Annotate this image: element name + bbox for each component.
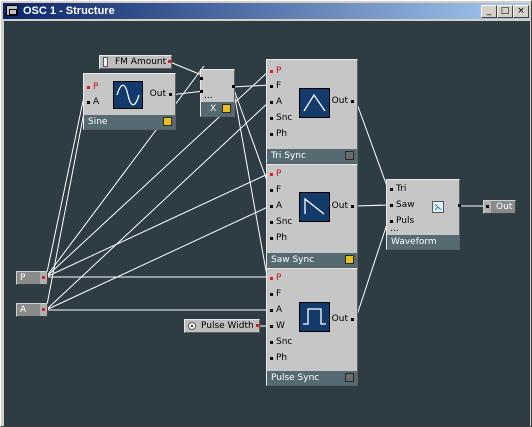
- saw-in-ph[interactable]: Ph: [270, 233, 287, 244]
- saw-in-f[interactable]: F: [270, 185, 281, 196]
- fm-amount-output-port[interactable]: [168, 60, 171, 63]
- module-led[interactable]: [222, 104, 231, 113]
- fm-amount-label: FM Amount: [115, 57, 167, 67]
- tri-in-p[interactable]: P: [270, 66, 281, 77]
- pulse-width-label: Pulse Width: [201, 321, 254, 331]
- pulse-in-w[interactable]: W: [270, 321, 285, 332]
- tri-sync-module[interactable]: P F A Snc Ph Out Tri Sync: [266, 59, 358, 164]
- pulse-in-f[interactable]: F: [270, 289, 281, 300]
- pulse-footer: Pulse Sync: [267, 371, 357, 385]
- close-button[interactable]: ×: [513, 5, 529, 18]
- sine-in-p[interactable]: P: [87, 82, 98, 93]
- waveform-in-tri[interactable]: Tri: [390, 184, 406, 195]
- waveform-in-saw[interactable]: Saw: [390, 200, 415, 211]
- sine-in-a[interactable]: A: [87, 97, 99, 108]
- module-name: X: [210, 104, 217, 114]
- mult-footer: X: [201, 102, 234, 116]
- module-name: Waveform: [391, 237, 437, 247]
- tri-in-snc[interactable]: Snc: [270, 113, 292, 124]
- input-terminal-p[interactable]: P: [16, 271, 48, 285]
- output-terminal-label: Out: [496, 202, 513, 212]
- sine-wave-icon: [113, 81, 143, 109]
- waveform-more: ...: [390, 224, 399, 234]
- pulse-in-ph[interactable]: Ph: [270, 353, 287, 364]
- module-led[interactable]: [345, 255, 354, 264]
- sine-footer: Sine: [84, 115, 175, 129]
- tri-in-ph[interactable]: Ph: [270, 129, 287, 140]
- pulse-width-control[interactable]: Pulse Width: [184, 319, 260, 333]
- pulse-sync-module[interactable]: P F A W Snc Ph Out Pulse Sync: [266, 268, 358, 386]
- structure-window: OSC 1 - Structure _ □ × FM Amount P A Ou…: [0, 0, 532, 427]
- saw-in-a[interactable]: A: [270, 201, 282, 212]
- waveform-footer: Waveform: [387, 235, 459, 249]
- module-name: Saw Sync: [271, 255, 315, 265]
- pulse-out[interactable]: Out: [332, 314, 354, 325]
- title-bar[interactable]: OSC 1 - Structure _ □ ×: [3, 3, 529, 19]
- minimize-button[interactable]: _: [481, 5, 497, 18]
- module-led[interactable]: [163, 117, 172, 126]
- mult-more: ...: [204, 91, 213, 101]
- input-terminal-p-port[interactable]: [40, 272, 47, 284]
- output-terminal-port[interactable]: [484, 201, 491, 213]
- saw-out[interactable]: Out: [332, 201, 354, 212]
- output-terminal[interactable]: Out: [483, 200, 516, 214]
- waveform-module[interactable]: Tri Saw Puls ... Waveform: [386, 179, 461, 250]
- tri-footer: Tri Sync: [267, 149, 357, 163]
- fm-amount-control[interactable]: FM Amount: [99, 55, 172, 69]
- sine-module[interactable]: P A Out Sine: [83, 73, 176, 130]
- triangle-wave-icon: [299, 88, 330, 118]
- structure-canvas[interactable]: FM Amount P A Out Sine ... X P F A Snc P…: [4, 21, 530, 426]
- saw-footer: Saw Sync: [267, 253, 357, 267]
- pulse-in-snc[interactable]: Snc: [270, 337, 292, 348]
- saw-in-p[interactable]: P: [270, 169, 281, 180]
- waveform-in-puls[interactable]: Puls: [390, 216, 414, 227]
- input-terminal-p-label: P: [20, 273, 26, 283]
- knob-icon[interactable]: [188, 322, 196, 330]
- selector-icon[interactable]: [432, 201, 444, 213]
- tri-out[interactable]: Out: [332, 96, 354, 107]
- input-terminal-a-label: A: [20, 305, 27, 315]
- window-icon: [6, 5, 18, 16]
- saw-sync-module[interactable]: P F A Snc Ph Out Saw Sync: [266, 164, 358, 268]
- module-name: Sine: [88, 117, 108, 127]
- input-terminal-a[interactable]: A: [16, 303, 48, 317]
- saw-in-snc[interactable]: Snc: [270, 217, 292, 228]
- maximize-button[interactable]: □: [497, 5, 513, 18]
- module-name: Tri Sync: [271, 151, 306, 161]
- fader-icon[interactable]: [103, 57, 108, 67]
- module-led[interactable]: [345, 151, 354, 160]
- pulse-in-a[interactable]: A: [270, 305, 282, 316]
- module-name: Pulse Sync: [271, 373, 320, 383]
- tri-in-a[interactable]: A: [270, 97, 282, 108]
- pulse-in-p[interactable]: P: [270, 273, 281, 284]
- window-title: OSC 1 - Structure: [23, 5, 115, 17]
- sine-out[interactable]: Out: [150, 89, 172, 100]
- saw-wave-icon: [299, 192, 330, 222]
- multiply-module[interactable]: ... X: [200, 69, 235, 117]
- tri-in-f[interactable]: F: [270, 81, 281, 92]
- pulse-wave-icon: [299, 302, 330, 332]
- module-led[interactable]: [345, 373, 354, 382]
- input-terminal-a-port[interactable]: [40, 304, 47, 316]
- pulse-width-output-port[interactable]: [256, 324, 259, 327]
